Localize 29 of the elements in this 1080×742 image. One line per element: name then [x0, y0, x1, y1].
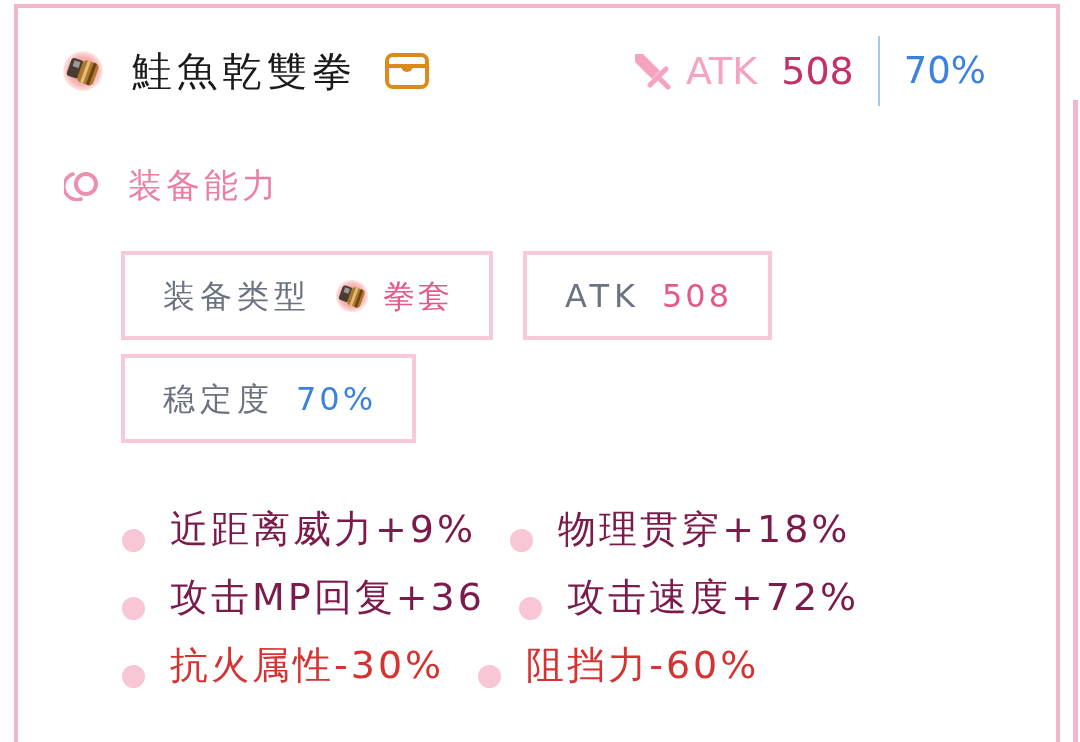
bullet-icon	[122, 596, 145, 620]
scrollbar[interactable]	[1073, 100, 1078, 742]
effect-text: 攻击MP回复+36	[170, 573, 485, 621]
stat-value: 拳套	[383, 275, 453, 317]
stat-value: 70%	[296, 378, 377, 420]
stat-value: 508	[661, 275, 732, 317]
gloves-icon	[62, 50, 104, 92]
atk-label: ATK	[686, 47, 758, 95]
effect-text: 攻击速度+72%	[566, 573, 860, 621]
bullet-icon	[518, 596, 542, 620]
atk-value: 508	[781, 47, 854, 95]
bullet-icon	[122, 528, 145, 552]
stat-label: 稳定度	[163, 378, 274, 420]
bullet-icon	[478, 664, 502, 688]
bullet-icon	[510, 528, 534, 552]
stability-value: 70%	[903, 48, 986, 95]
stat-label: 装备类型	[163, 275, 311, 317]
effect-text: 抗火属性-30%	[170, 641, 445, 689]
section-title: 装备能力	[128, 163, 280, 207]
gloves-icon	[335, 278, 369, 313]
chest-icon	[385, 53, 429, 89]
item-name: 鮭魚乾雙拳	[132, 47, 357, 96]
sword-icon	[633, 52, 672, 90]
ring-icon	[64, 169, 100, 201]
effect-text: 物理贯穿+18%	[558, 505, 851, 553]
stat-label: ATK	[565, 275, 640, 317]
bullet-icon	[122, 664, 145, 688]
effect-text: 阻挡力-60%	[526, 641, 760, 689]
effect-text: 近距离威力+9%	[170, 505, 477, 553]
